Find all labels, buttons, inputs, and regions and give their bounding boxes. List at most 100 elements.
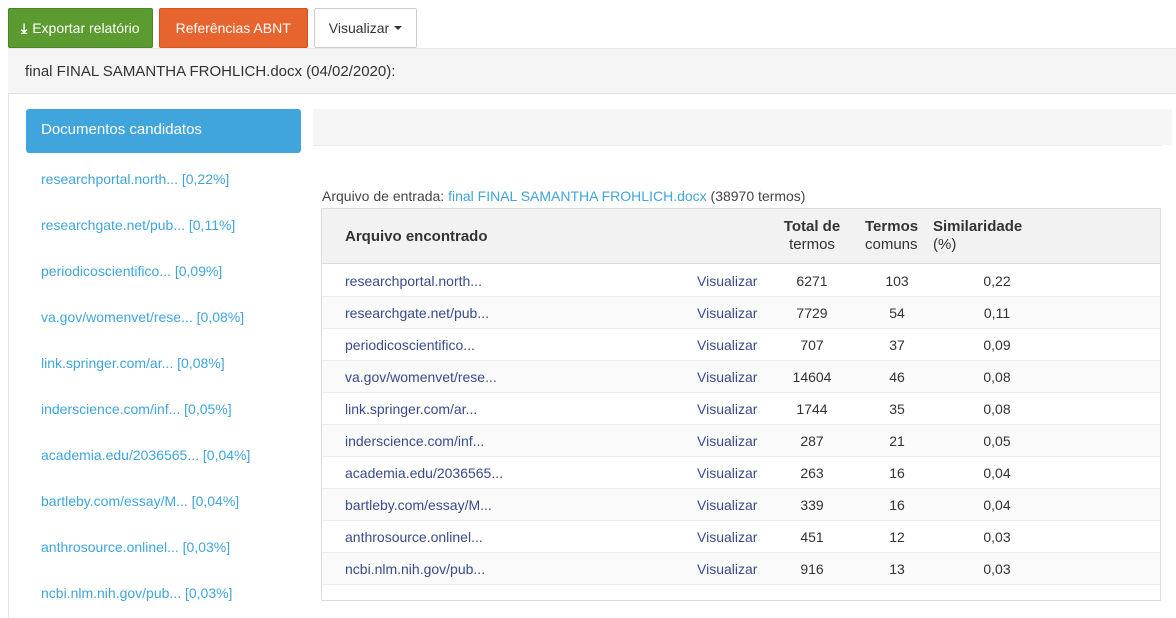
total-terms-cell: 287: [800, 433, 824, 449]
header-similarity: Similaridade (%): [933, 218, 1022, 254]
table-row: periodicoscientifico... Visualizar 707 37 0,…: [322, 329, 1160, 361]
similarity-cell: 0,22: [983, 273, 1011, 289]
found-file-link[interactable]: link.springer.com/ar...: [345, 401, 477, 417]
table-row: inderscience.com/inf... Visualizar 287 21 0,…: [322, 425, 1160, 457]
total-terms-cell: 707: [800, 337, 824, 353]
header-common-terms-line1: Termos: [865, 218, 919, 235]
found-file-link[interactable]: bartleby.com/essay/M...: [345, 497, 492, 513]
table-row: link.springer.com/ar... Visualizar 1744 35 0…: [322, 393, 1160, 425]
table-row: academia.edu/2036565... Visualizar 263 16 0,…: [322, 457, 1160, 489]
found-file-link[interactable]: inderscience.com/inf...: [345, 433, 484, 449]
results-table: Arquivo encontrado Total de termos Termo…: [321, 208, 1161, 601]
table-row: bartleby.com/essay/M... Visualizar 339 16 0,…: [322, 489, 1160, 521]
common-terms-cell: 46: [889, 369, 905, 385]
input-file-terms: (38970 termos): [706, 188, 806, 204]
total-terms-cell: 14604: [792, 369, 832, 385]
table-row: anthrosource.onlinel... Visualizar 451 12 0,…: [322, 521, 1160, 553]
common-terms-cell: 103: [885, 273, 909, 289]
table-row: researchgate.net/pub... Visualizar 7729 54 0…: [322, 297, 1160, 329]
view-link[interactable]: Visualizar: [697, 401, 757, 417]
total-terms-cell: 263: [800, 465, 824, 481]
similarity-cell: 0,09: [983, 337, 1011, 353]
similarity-cell: 0,03: [983, 529, 1011, 545]
candidate-documents-sidebar: Documentos candidatos researchportal.nor…: [26, 109, 301, 613]
found-file-link[interactable]: researchgate.net/pub...: [345, 305, 489, 321]
sidebar-item-candidate[interactable]: bartleby.com/essay/M... [0,04%]: [26, 475, 301, 521]
table-row: researchportal.north... Visualizar 6271 103…: [322, 265, 1160, 297]
abnt-references-button[interactable]: Referências ABNT: [158, 8, 308, 48]
view-link[interactable]: Visualizar: [697, 465, 757, 481]
common-terms-cell: 16: [889, 497, 905, 513]
file-header: final FINAL SAMANTHA FROHLICH.docx (04/0…: [8, 48, 1176, 94]
similarity-cell: 0,08: [983, 401, 1011, 417]
sidebar-item-candidate[interactable]: va.gov/womenvet/rese... [0,08%]: [26, 291, 301, 337]
common-terms-cell: 13: [889, 561, 905, 577]
main-divider: [313, 145, 1162, 146]
common-terms-cell: 35: [889, 401, 905, 417]
header-total-terms-line1: Total de: [783, 218, 841, 235]
total-terms-cell: 916: [800, 561, 824, 577]
sidebar-item-candidate[interactable]: academia.edu/2036565... [0,04%]: [26, 429, 301, 475]
similarity-cell: 0,03: [983, 561, 1011, 577]
left-divider: [8, 94, 9, 618]
common-terms-cell: 16: [889, 465, 905, 481]
sidebar-item-candidate[interactable]: anthrosource.onlinel... [0,03%]: [26, 521, 301, 567]
toolbar: ⤓ Exportar relatório Referências ABNT Vi…: [8, 8, 418, 48]
similarity-cell: 0,04: [983, 497, 1011, 513]
header-total-terms-line2: termos: [789, 236, 835, 253]
header-common-terms: Termos comuns: [865, 218, 918, 254]
similarity-cell: 0,05: [983, 433, 1011, 449]
view-link[interactable]: Visualizar: [697, 337, 757, 353]
similarity-cell: 0,11: [983, 305, 1011, 321]
export-report-button[interactable]: ⤓ Exportar relatório: [8, 8, 153, 48]
view-link[interactable]: Visualizar: [697, 369, 757, 385]
view-link[interactable]: Visualizar: [697, 497, 757, 513]
view-link[interactable]: Visualizar: [697, 561, 757, 577]
sidebar-list: researchportal.north... [0,22%] researchg…: [26, 153, 301, 613]
sidebar-item-candidate[interactable]: periodicoscientifico... [0,09%]: [26, 245, 301, 291]
found-file-link[interactable]: va.gov/womenvet/rese...: [345, 369, 497, 385]
view-dropdown-label: Visualizar: [328, 20, 390, 36]
found-file-link[interactable]: academia.edu/2036565...: [345, 465, 503, 481]
found-file-link[interactable]: periodicoscientifico...: [345, 337, 475, 353]
view-link[interactable]: Visualizar: [697, 273, 757, 289]
view-link[interactable]: Visualizar: [697, 305, 757, 321]
sidebar-item-candidate-documents[interactable]: Documentos candidatos: [26, 109, 301, 153]
table-row: ncbi.nlm.nih.gov/pub... Visualizar 916 13 0,…: [322, 553, 1160, 585]
header-common-terms-line2: comuns: [865, 236, 918, 253]
total-terms-cell: 6271: [796, 273, 828, 289]
sidebar-item-candidate[interactable]: link.springer.com/ar... [0,08%]: [26, 337, 301, 383]
caret-down-icon: [394, 26, 403, 30]
found-file-link[interactable]: researchportal.north...: [345, 273, 482, 289]
found-file-link[interactable]: ncbi.nlm.nih.gov/pub...: [345, 561, 485, 577]
download-icon: ⤓: [21, 19, 28, 36]
input-file-prefix: Arquivo de entrada:: [322, 188, 449, 204]
header-found-file: Arquivo encontrado: [345, 228, 488, 245]
sidebar-item-candidate[interactable]: inderscience.com/inf... [0,05%]: [26, 383, 301, 429]
total-terms-cell: 7729: [796, 305, 828, 321]
common-terms-cell: 37: [889, 337, 905, 353]
total-terms-cell: 1744: [796, 401, 828, 417]
total-terms-cell: 339: [800, 497, 824, 513]
common-terms-cell: 54: [889, 305, 905, 321]
input-file-info: Arquivo de entrada: final FINAL SAMANTHA…: [322, 188, 805, 204]
header-similarity-line2: (%): [933, 236, 957, 253]
found-file-link[interactable]: anthrosource.onlinel...: [345, 529, 483, 545]
sidebar-item-candidate[interactable]: ncbi.nlm.nih.gov/pub... [0,03%]: [26, 567, 301, 613]
view-link[interactable]: Visualizar: [697, 433, 757, 449]
input-file-link[interactable]: final FINAL SAMANTHA FROHLICH.docx: [448, 188, 707, 204]
common-terms-cell: 12: [889, 529, 905, 545]
export-report-label: Exportar relatório: [32, 20, 140, 36]
table-header: Arquivo encontrado Total de termos Termo…: [322, 209, 1160, 264]
table-row: va.gov/womenvet/rese... Visualizar 14604 46…: [322, 361, 1160, 393]
common-terms-cell: 21: [889, 433, 905, 449]
main-top-bar: [313, 109, 1172, 145]
view-dropdown-button[interactable]: Visualizar: [313, 8, 418, 48]
header-total-terms: Total de termos: [779, 218, 845, 254]
header-similarity-line1: Similaridade: [933, 218, 1023, 235]
sidebar-item-candidate[interactable]: researchportal.north... [0,22%]: [26, 153, 301, 199]
view-link[interactable]: Visualizar: [697, 529, 757, 545]
similarity-cell: 0,04: [983, 465, 1011, 481]
sidebar-item-candidate[interactable]: researchgate.net/pub... [0,11%]: [26, 199, 301, 245]
similarity-cell: 0,08: [983, 369, 1011, 385]
